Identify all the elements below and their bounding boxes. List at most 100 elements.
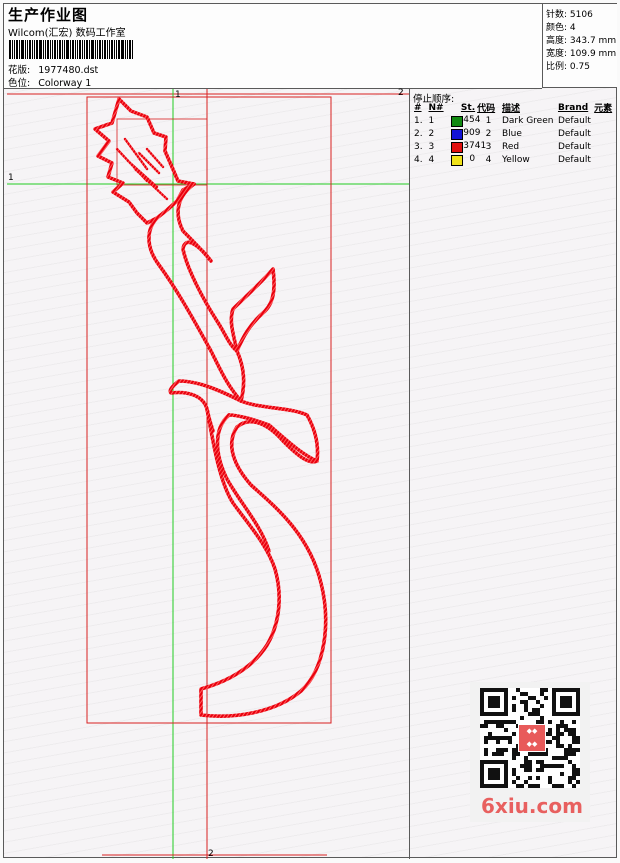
cell-stitches: 454 — [450, 114, 480, 127]
leaf-veins — [115, 137, 169, 201]
cell-brand: Default — [557, 115, 591, 126]
qr-module — [520, 700, 524, 704]
cell-stitches: 3741 — [450, 140, 486, 153]
qr-module — [572, 740, 576, 744]
qr-module — [532, 696, 536, 700]
qr-module — [556, 724, 560, 728]
qr-module — [512, 772, 516, 776]
qr-module — [560, 772, 564, 776]
qr-module — [484, 720, 488, 724]
qr-module — [568, 752, 572, 756]
stat-value: 109.9 mm — [569, 49, 617, 59]
stitch-count: 909 — [463, 127, 481, 138]
watermark-brand: 6xiu.com — [481, 794, 583, 818]
qr-module — [572, 732, 576, 736]
barcode-bar — [114, 40, 115, 59]
qr-module — [504, 748, 508, 752]
barcode-bar — [75, 40, 76, 59]
cell-index: 4. — [414, 154, 423, 165]
qr-module — [488, 736, 492, 740]
col-header: 描述 — [501, 104, 520, 114]
color-swatch — [451, 128, 464, 140]
qr-module — [536, 760, 540, 764]
stat-value: 343.7 mm — [569, 36, 617, 46]
barcode-bar — [59, 40, 61, 59]
barcode-bar — [47, 40, 49, 59]
barcode-bar — [29, 40, 31, 59]
qr-module — [512, 708, 516, 712]
design-svg — [7, 89, 409, 859]
barcode-bar — [54, 40, 56, 59]
barcode-bar — [91, 40, 94, 59]
qr-module — [528, 764, 532, 768]
qr-module — [524, 700, 528, 704]
qr-module — [536, 776, 540, 780]
qr-module — [576, 772, 580, 776]
qr-module — [508, 740, 512, 744]
table-row: 2. 2 909 2 Blue Default — [413, 127, 616, 140]
stem-joint — [235, 349, 246, 403]
qr-module — [548, 732, 552, 736]
qr-module — [512, 756, 516, 760]
barcode-bar — [64, 40, 65, 59]
qr-module — [536, 712, 540, 716]
qr-module — [564, 728, 568, 732]
qr-module — [560, 784, 564, 788]
qr-module — [556, 756, 560, 760]
stat-label: 针数: — [546, 10, 568, 20]
stem-upper — [176, 182, 276, 353]
cell-description: Dark Green — [501, 115, 554, 126]
qr-module — [504, 736, 508, 740]
barcode — [9, 40, 139, 59]
qr-module — [528, 752, 532, 756]
qr-module — [560, 720, 564, 724]
colorway-label: 色位: — [8, 78, 31, 89]
cell-index: 1. — [414, 115, 423, 126]
qr-module — [484, 736, 488, 740]
cell-description: Blue — [501, 128, 522, 139]
qr-module — [560, 732, 564, 736]
barcode-bar — [21, 40, 24, 59]
barcode-bar — [72, 40, 74, 59]
barcode-bar — [39, 40, 42, 59]
page-title: 生产作业图 — [8, 6, 89, 24]
qr-module — [564, 724, 568, 728]
qr-module — [528, 768, 532, 772]
barcode-bar — [32, 40, 33, 59]
qr-module — [524, 780, 528, 784]
qr-module — [552, 736, 556, 740]
qr-module — [552, 756, 556, 760]
stat-value: 4 — [569, 23, 576, 33]
cell-needle: 1 — [428, 115, 435, 126]
color-swatch — [451, 115, 464, 127]
qr-module — [572, 772, 576, 776]
qr-module — [512, 748, 516, 752]
qr-module — [520, 784, 524, 788]
qr-module — [568, 776, 572, 780]
barcode-bar — [99, 40, 101, 59]
stitch-count: 0 — [469, 153, 476, 164]
qr-module — [572, 764, 576, 768]
colorway-value: Colorway 1 — [38, 78, 92, 89]
qr-module — [528, 696, 532, 700]
qr-module — [572, 720, 576, 724]
cell-description: Yellow — [501, 154, 530, 165]
production-sheet: 生产作业图 Wilcom(汇宏) 数码工作室 花版: 1977480.dst 色… — [3, 3, 617, 859]
qr-module — [536, 752, 540, 756]
stat-height: 高度: 343.7 mm — [546, 33, 616, 46]
qr-module — [572, 768, 576, 772]
qr-module — [552, 764, 556, 768]
stem-lower-outer — [168, 379, 328, 718]
barcode-bar — [52, 40, 53, 59]
cell-element — [593, 127, 616, 140]
qr-module — [540, 692, 544, 696]
barcode-bar — [66, 40, 69, 59]
qr-module — [540, 704, 544, 708]
qr-module — [508, 720, 512, 724]
barcode-bar — [107, 40, 108, 59]
qr-module — [524, 704, 528, 708]
col-header: St. — [460, 102, 476, 113]
qr-module — [568, 732, 572, 736]
stat-stitches: 针数: 5106 — [546, 7, 593, 20]
qr-module — [520, 764, 524, 768]
